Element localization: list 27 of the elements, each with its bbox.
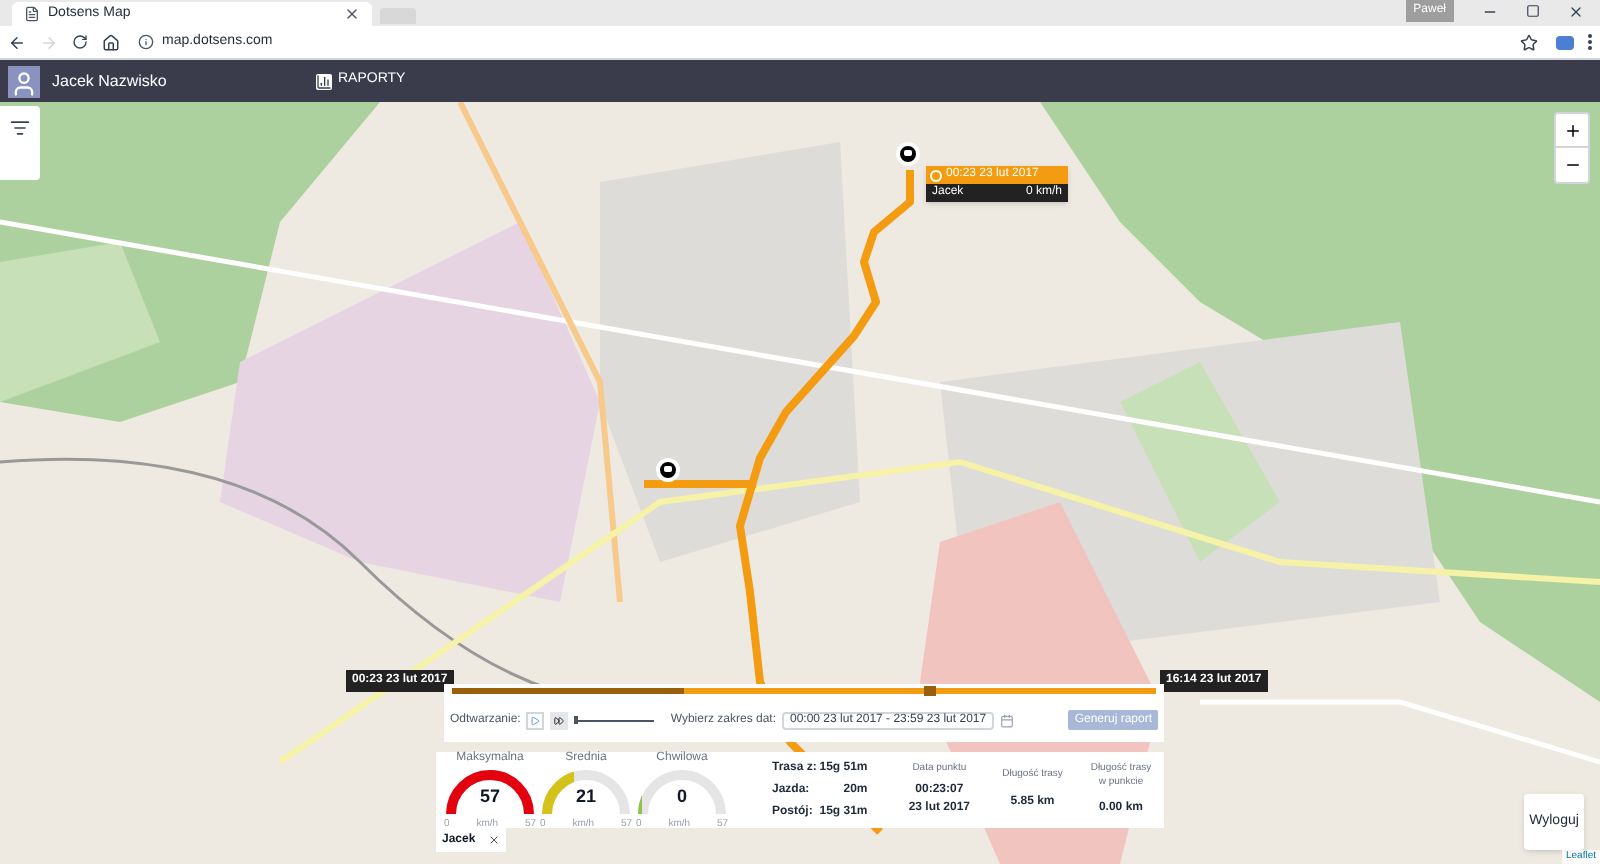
bookmark-star-icon[interactable]: [1520, 33, 1538, 51]
close-window-icon[interactable]: [1568, 3, 1584, 19]
clock-icon: [930, 169, 942, 181]
close-icon[interactable]: [487, 834, 500, 846]
info-icon[interactable]: [138, 34, 154, 50]
maximize-icon[interactable]: [1526, 4, 1540, 18]
fast-forward-icon: [554, 715, 565, 725]
plus-icon: [1563, 121, 1581, 139]
speed-slider[interactable]: [574, 716, 655, 724]
reload-icon[interactable]: [72, 34, 88, 50]
back-icon[interactable]: [8, 33, 26, 51]
home-icon[interactable]: [102, 33, 120, 51]
timeline-cursor[interactable]: [923, 686, 936, 696]
avatar-icon: [8, 65, 40, 97]
user-name: Jacek Nazwisko: [52, 69, 169, 93]
extension-icon[interactable]: [1556, 35, 1574, 49]
speed-slider-thumb[interactable]: [574, 716, 579, 724]
calendar-icon[interactable]: [1000, 713, 1015, 727]
gauge-value: 21: [573, 788, 598, 806]
fast-forward-button[interactable]: [550, 711, 569, 729]
gauge-value: 0: [674, 788, 689, 806]
play-icon: [530, 715, 541, 725]
filter-icon: [10, 118, 30, 138]
page-icon: [24, 6, 40, 22]
filter-menu-button[interactable]: [0, 106, 40, 180]
bar-chart-icon: [316, 73, 332, 89]
close-icon[interactable]: [344, 6, 360, 22]
